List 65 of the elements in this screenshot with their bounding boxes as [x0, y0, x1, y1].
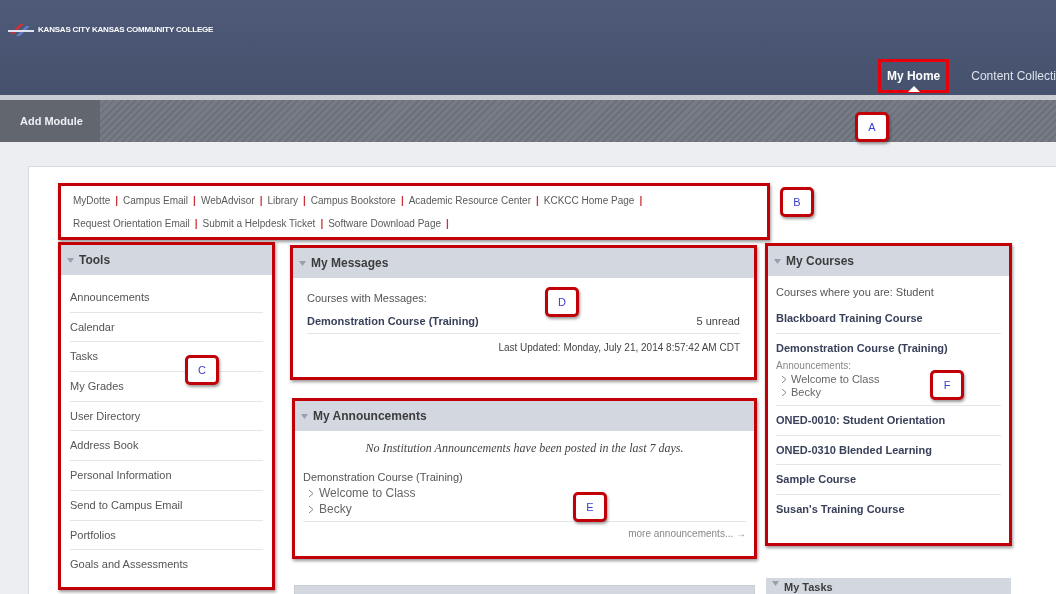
announcement-course: Demonstration Course (Training)	[303, 470, 464, 485]
callout-label: B	[780, 187, 814, 217]
quick-link[interactable]: WebAdvisor	[200, 192, 255, 208]
announcements-label: Announcements:	[776, 359, 853, 373]
courses-intro: Courses where you are: Student	[776, 285, 935, 300]
caret-icon	[301, 413, 308, 419]
tool-link[interactable]: Calendar	[70, 312, 263, 343]
callout-label: F	[930, 370, 964, 400]
module-title: My Messages	[311, 255, 389, 272]
course-link[interactable]: ONED-0010: Student Orientation	[776, 412, 1001, 429]
college-name: KANSAS CITY KANSAS COMMUNITY COLLEGE	[38, 24, 214, 36]
quick-link[interactable]: MyDotte	[73, 192, 111, 208]
link-separator: |	[535, 193, 539, 208]
unread-count: 5 unread	[696, 314, 740, 330]
link-separator: |	[639, 193, 643, 208]
callout-label: E	[573, 492, 607, 522]
course-link[interactable]: Demonstration Course (Training)	[776, 339, 1001, 356]
nav-tab[interactable]: Content Collecti	[971, 59, 1056, 93]
announcement-link[interactable]: Welcome to Class	[319, 484, 416, 502]
announcement-link[interactable]: Becky	[319, 500, 352, 518]
quick-link[interactable]: Library	[267, 192, 298, 208]
quick-link[interactable]: Submit a Helpdesk Ticket	[202, 215, 316, 231]
tool-link[interactable]: User Directory	[70, 401, 263, 432]
caret-icon	[67, 257, 74, 263]
quick-link[interactable]: Academic Resource Center	[408, 192, 531, 208]
logo-icon	[8, 22, 34, 38]
module-title: My Announcements	[313, 408, 427, 425]
link-separator: |	[303, 193, 306, 208]
link-separator: |	[115, 193, 119, 208]
quick-link[interactable]: Campus Bookstore	[310, 192, 396, 208]
course-link[interactable]: ONED-0310 Blended Learning	[776, 441, 1001, 458]
callout-label: D	[545, 287, 579, 317]
caret-icon	[299, 260, 306, 266]
course-link[interactable]: Demonstration Course (Training)	[307, 313, 479, 330]
no-announcements-notice: No Institution Announcements have been posted in the last 7 days.	[364, 440, 685, 457]
caret-icon	[772, 581, 779, 586]
tool-link[interactable]: Goals and Assessments	[70, 550, 263, 580]
course-link[interactable]: Blackboard Training Course	[776, 310, 1001, 327]
course-link[interactable]: Susan's Training Course	[776, 500, 1001, 517]
quick-link[interactable]: Request Orientation Email	[73, 215, 190, 231]
tool-link[interactable]: Announcements	[70, 283, 263, 313]
link-separator: |	[194, 216, 198, 231]
course-link[interactable]: Sample Course	[776, 471, 1001, 488]
link-separator: |	[400, 193, 404, 208]
tool-link[interactable]: Send to Campus Email	[70, 490, 263, 521]
last-updated-text: Last Updated: Monday, July 21, 2014 8:57:42 AM CDT	[497, 341, 740, 355]
more-announcements-link[interactable]: more announcements... →	[303, 522, 746, 541]
module-title: My Tasks	[784, 581, 833, 593]
callout-label: C	[185, 355, 219, 385]
quick-link[interactable]: Campus Email	[123, 192, 189, 208]
link-separator: |	[259, 193, 263, 208]
link-separator: |	[320, 216, 324, 231]
quick-link[interactable]: KCKCC Home Page	[543, 192, 635, 208]
caret-icon	[774, 258, 781, 264]
tool-link[interactable]: Address Book	[70, 431, 263, 462]
link-separator: |	[193, 193, 196, 208]
link-separator: |	[446, 216, 449, 231]
tool-link[interactable]: Personal Information	[70, 461, 263, 491]
messages-intro: Courses with Messages:	[307, 291, 427, 306]
module-title: My Courses	[786, 253, 855, 270]
quick-link[interactable]: Software Download Page	[328, 215, 442, 231]
add-module-button[interactable]: Add Module	[0, 100, 100, 142]
callout-label: A	[855, 112, 889, 142]
module-title: Tools	[79, 252, 111, 269]
tool-link[interactable]: Portfolios	[70, 520, 263, 551]
